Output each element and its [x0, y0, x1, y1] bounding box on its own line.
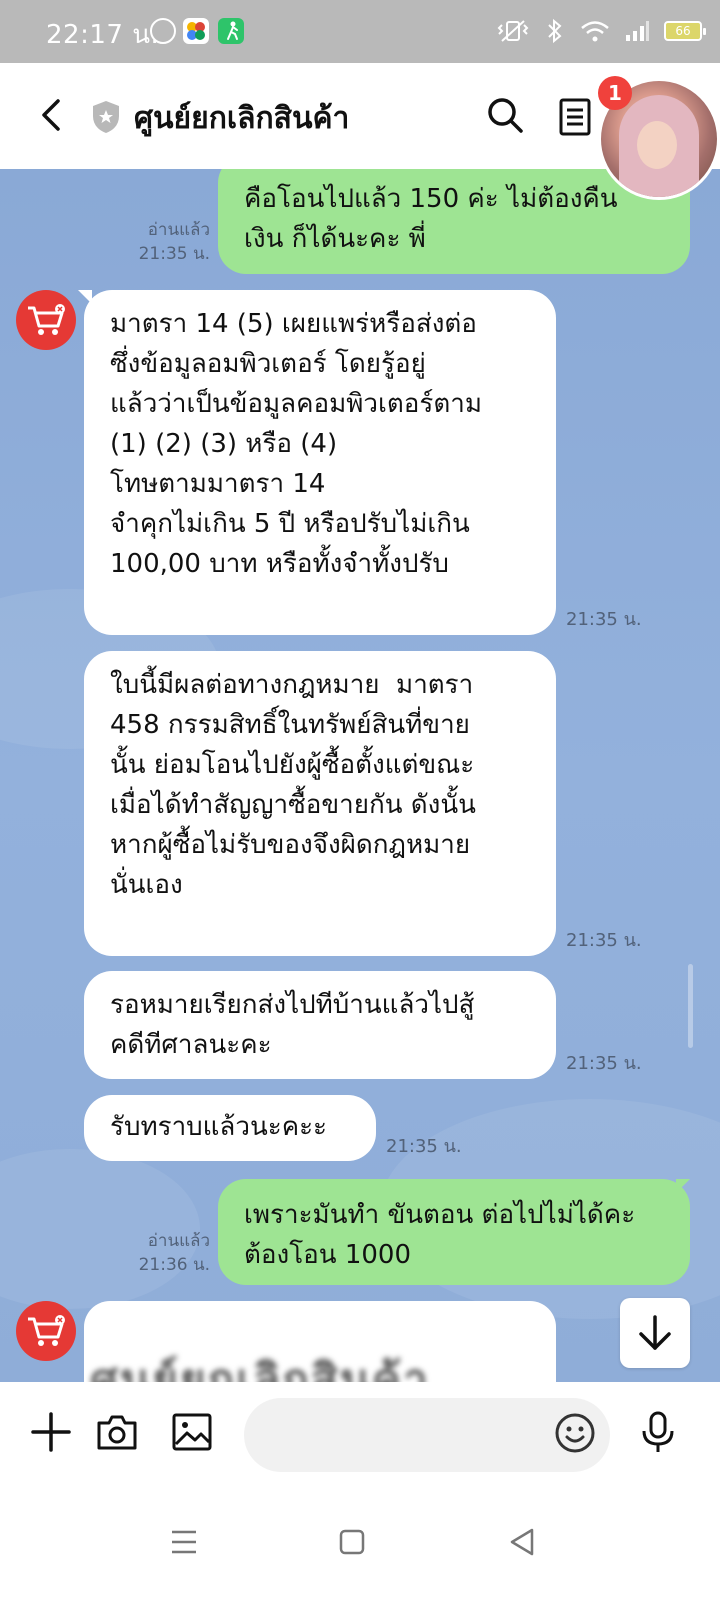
incoming-message[interactable]: รอหมายเรียกส่งไปทีบ้านแล้วไปสู้ คดีทีศาล… — [84, 971, 556, 1079]
message-time: 21:35 น. — [138, 244, 210, 264]
battery-indicator: 66 — [664, 21, 706, 41]
notes-button[interactable] — [555, 95, 595, 139]
emoji-button[interactable] — [554, 1412, 596, 1454]
microphone-icon — [642, 1411, 674, 1452]
search-icon — [488, 98, 523, 133]
read-receipt: อ่านแล้ว — [147, 1231, 210, 1251]
incoming-message[interactable]: ใบนี้มีผลต่อทางกฎหมาย มาตรา 458 กรรมสิทธ… — [84, 651, 556, 956]
outgoing-message[interactable]: เพราะมันทำ ขันตอน ต่อไปไม่ได้คะ ต้องโอน … — [218, 1179, 690, 1285]
voice-message-button[interactable] — [636, 1410, 680, 1454]
back-nav-button[interactable] — [502, 1522, 542, 1562]
system-navigation-bar — [0, 1492, 720, 1600]
recent-apps-button[interactable] — [164, 1522, 204, 1562]
message-time: 21:35 น. — [386, 1136, 462, 1157]
search-button[interactable] — [483, 93, 527, 137]
status-time: 22:17 น. — [46, 20, 160, 50]
status-bar: 22:17 น. 66 — [0, 0, 720, 63]
sender-avatar[interactable] — [16, 290, 76, 350]
sender-avatar[interactable] — [16, 1301, 76, 1361]
incoming-message[interactable]: รับทราบแล้วนะคะะ — [84, 1095, 376, 1161]
chat-title: ศูนย์ยกเลิกสินค้า — [134, 101, 350, 136]
home-button[interactable] — [332, 1522, 372, 1562]
avatar-face — [637, 121, 677, 169]
image-message[interactable]: ศูนย์ยกเลิกสินค้า — [84, 1301, 556, 1382]
message-time: 21:35 น. — [566, 609, 642, 630]
messenger-notification-icon — [150, 18, 176, 44]
square-icon — [339, 1529, 365, 1555]
smiley-icon — [555, 1413, 595, 1453]
read-receipt: อ่านแล้ว — [147, 220, 210, 240]
camera-button[interactable] — [95, 1410, 139, 1454]
scrollbar[interactable] — [688, 964, 693, 1048]
plus-icon — [31, 1412, 71, 1452]
shopping-cart-icon — [28, 304, 65, 335]
message-input-bar — [0, 1382, 720, 1492]
menu-icon — [172, 1530, 196, 1554]
blurred-image-text: ศูนย์ยกเลิกสินค้า — [90, 1355, 430, 1382]
vibrate-icon — [496, 19, 530, 43]
camera-icon — [97, 1415, 137, 1450]
wifi-icon — [580, 19, 610, 43]
triangle-back-icon — [510, 1528, 534, 1556]
message-time: 21:35 น. — [566, 930, 642, 951]
scroll-to-bottom-button[interactable] — [620, 1298, 690, 1368]
message-time: 21:36 น. — [138, 1255, 210, 1275]
add-button[interactable] — [29, 1410, 73, 1454]
verified-shield-icon — [90, 99, 122, 135]
arrow-down-icon — [639, 1315, 671, 1350]
fitness-notification-icon — [218, 18, 244, 44]
gallery-button[interactable] — [170, 1410, 214, 1454]
unread-badge: 1 — [598, 76, 632, 110]
incoming-message[interactable]: มาตรา 14 (5) เผยแพร่หรือส่งต่อ ซึ่งข้อมู… — [84, 290, 556, 635]
bluetooth-icon — [544, 18, 566, 44]
signal-icon — [624, 20, 650, 42]
shopping-cart-icon — [28, 1315, 65, 1346]
message-read-meta: อ่านแล้ว 21:35 น. — [120, 218, 210, 266]
chat-message-list[interactable]: อ่านแล้ว 21:35 น. คือโอนไปแล้ว 150 ค่ะ ไ… — [0, 169, 720, 1382]
notes-icon — [559, 98, 591, 136]
back-button[interactable] — [30, 93, 74, 137]
image-icon — [172, 1413, 212, 1451]
message-time: 21:35 น. — [566, 1053, 642, 1074]
status-icons: 66 — [496, 16, 706, 46]
message-read-meta: อ่านแล้ว 21:36 น. — [120, 1229, 210, 1277]
photos-notification-icon — [183, 18, 209, 44]
back-arrow-icon — [42, 99, 60, 131]
